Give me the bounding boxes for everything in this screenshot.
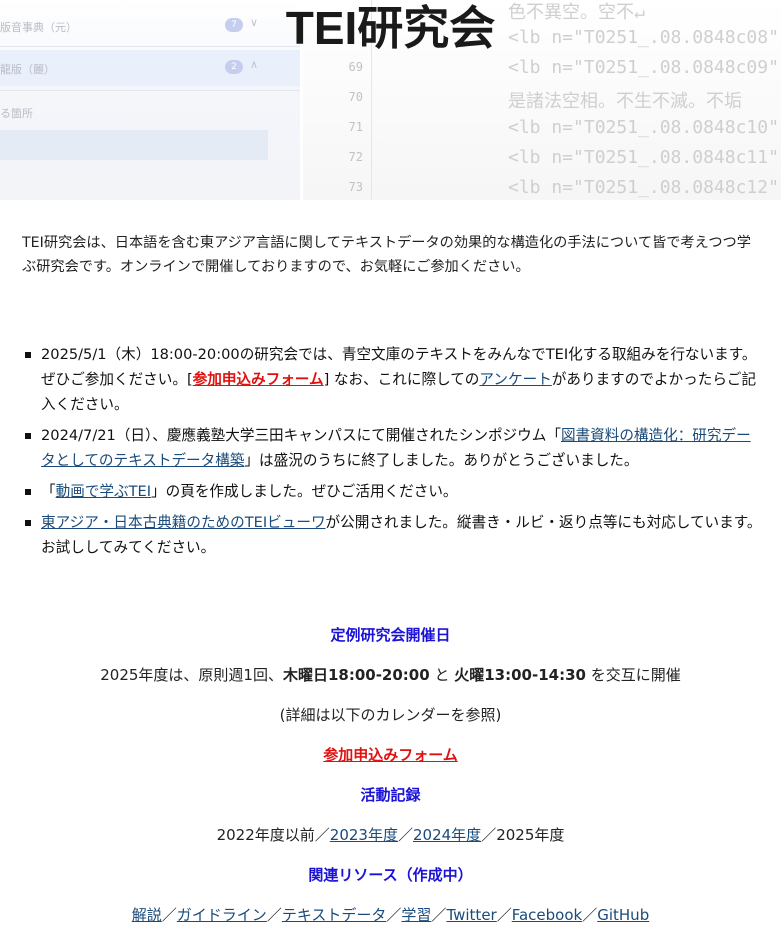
bullet-icon <box>25 489 31 495</box>
banner-sidebar-text: 龍版（麗） <box>0 63 55 76</box>
separator: ／ <box>266 906 282 924</box>
line-number: 70 <box>348 90 363 104</box>
form-link-row: 参加申込みフォーム <box>0 744 781 765</box>
activity-years: 2022年度以前／2023年度／2024年度／2025年度 <box>0 824 781 845</box>
resources-heading: 関連リソース（作成中） <box>308 866 473 884</box>
bullet-icon <box>25 520 31 526</box>
separator: ／ <box>386 906 402 924</box>
news-list: 2025/5/1（木）18:00-20:00の研究会では、青空文庫のテキストをみ… <box>22 342 762 566</box>
news-item: 「動画で学ぶTEI」の頁を作成しました。ぜひご活用ください。 <box>22 479 762 504</box>
separator: ／ <box>496 906 512 924</box>
tuesday-time: 火曜13:00-14:30 <box>454 666 586 684</box>
banner-sidebar-highlight <box>0 130 268 160</box>
separator: ／ <box>314 826 330 844</box>
site-title: TEI研究会 <box>285 2 496 54</box>
resource-link-github[interactable]: GitHub <box>597 906 649 924</box>
code-line: <lb n="T0251_.08.0848c09" <box>508 57 779 78</box>
separator: ／ <box>161 906 177 924</box>
resource-link-textdata[interactable]: テキストデータ <box>282 906 387 924</box>
news-text: 」は盛況のうちに終了しました。ありがとうございました。 <box>244 452 639 469</box>
news-item: 2024/7/21（日）、慶應義塾大学三田キャンパスにて開催されたシンポジウム「… <box>22 423 762 473</box>
code-line: <lb n="T0251_.08.0848c11" <box>508 147 779 168</box>
code-line: 是諸法空相。不生不滅。不垢 <box>508 91 742 112</box>
activity-heading: 活動記録 <box>360 786 421 804</box>
resource-link-guidelines[interactable]: ガイドライン <box>177 906 267 924</box>
separator: ／ <box>582 906 598 924</box>
schedule-heading: 定例研究会開催日 <box>330 626 451 644</box>
signup-form-link-center[interactable]: 参加申込みフォーム <box>323 746 458 764</box>
resource-link-learning[interactable]: 学習 <box>401 906 431 924</box>
tei-viewer-link[interactable]: 東アジア・日本古典籍のためのTEIビューワ <box>41 514 326 531</box>
banner-sidebar-text: る箇所 <box>0 107 33 120</box>
news-text: 2024/7/21（日）、慶應義塾大学三田キャンパスにて開催されたシンポジウム「 <box>41 427 561 444</box>
news-text: ] なお、これに際しての <box>323 371 480 388</box>
year-2023-link[interactable]: 2023年度 <box>330 826 398 844</box>
code-line: <lb n="T0251_.08.0848c10" <box>508 117 779 138</box>
line-number: 71 <box>348 120 363 134</box>
banner-badge: 2 <box>225 60 243 74</box>
line-number: 72 <box>348 150 363 164</box>
banner-sidebar-row: る箇所 <box>0 94 300 130</box>
intro-paragraph: TEI研究会は、日本語を含む東アジア言語に関してテキストデータの効果的な構造化の… <box>22 235 751 275</box>
schedule-text: 2025年度は、原則週1回、 <box>100 666 283 684</box>
bullet-icon <box>25 352 31 358</box>
schedule-line: 2025年度は、原則週1回、木曜日18:00-20:00 と 火曜13:00-1… <box>0 664 781 685</box>
separator: ／ <box>481 826 497 844</box>
bullet-icon <box>25 433 31 439</box>
news-item: 2025/5/1（木）18:00-20:00の研究会では、青空文庫のテキストをみ… <box>22 342 762 417</box>
resource-link-facebook[interactable]: Facebook <box>512 906 582 924</box>
thursday-time: 木曜日18:00-20:00 <box>282 666 430 684</box>
resource-link-explanation[interactable]: 解説 <box>132 906 162 924</box>
year-2025-text: 2025年度 <box>496 826 565 844</box>
schedule-note: (詳細は以下のカレンダーを参照) <box>279 706 502 724</box>
signup-form-link[interactable]: 参加申込みフォーム <box>193 371 324 388</box>
header-banner: 版音事典（元） 7 ∨ 龍版（麗） 2 ∧ る箇所 69 70 71 72 73… <box>0 0 781 200</box>
line-number: 73 <box>348 180 363 194</box>
code-line: <lb n="T0251_.08.0848c12" <box>508 177 779 198</box>
survey-link[interactable]: アンケート <box>479 371 551 388</box>
news-item: 東アジア・日本古典籍のためのTEIビューワが公開されました。縦書き・ルビ・返り点… <box>22 510 762 560</box>
news-text: 」の頁を作成しました。ぜひご活用ください。 <box>151 483 458 500</box>
banner-divider <box>0 90 300 91</box>
year-2024-link[interactable]: 2024年度 <box>413 826 481 844</box>
news-text: 「 <box>41 483 56 500</box>
separator: ／ <box>397 826 413 844</box>
year-before-text: 2022年度以前 <box>216 826 315 844</box>
chevron-up-icon: ∧ <box>250 58 259 71</box>
schedule-text: を交互に開催 <box>585 666 681 684</box>
video-tei-link[interactable]: 動画で学ぶTEI <box>56 483 151 500</box>
separator: ／ <box>431 906 447 924</box>
line-number: 69 <box>348 60 363 74</box>
resources-links: 解説／ガイドライン／テキストデータ／学習／Twitter／Facebook／Gi… <box>0 904 781 925</box>
resource-link-twitter[interactable]: Twitter <box>446 906 496 924</box>
schedule-text: と <box>429 666 455 684</box>
